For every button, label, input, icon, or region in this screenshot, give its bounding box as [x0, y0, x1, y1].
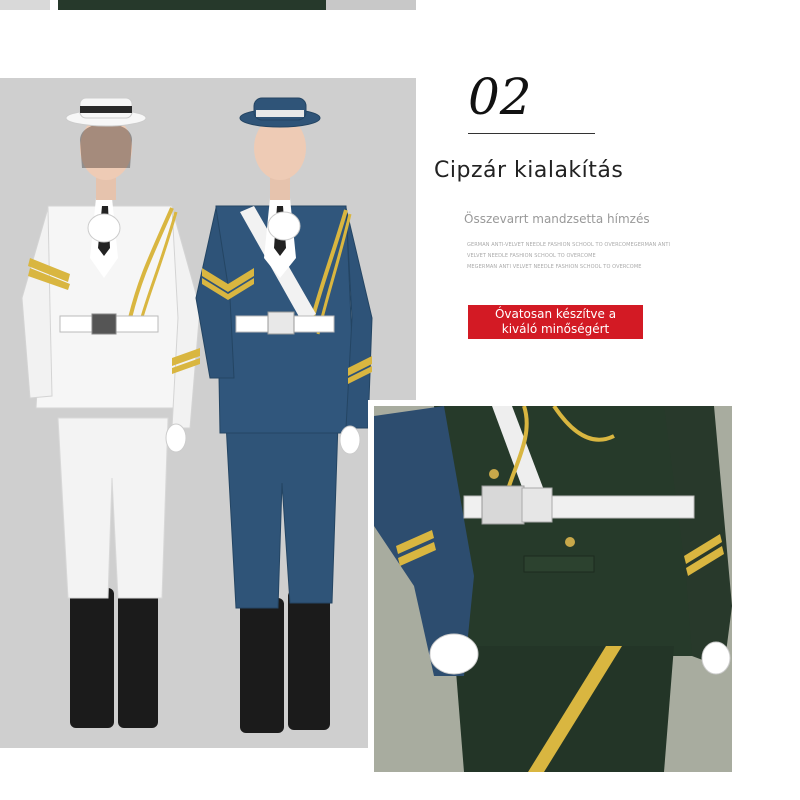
detail-closeup-photo [374, 406, 732, 772]
section-number: 02 [468, 68, 532, 126]
quality-banner-line-1: Óvatosan készítve a [494, 307, 617, 321]
fine-print-line-1: GERMAN ANTI-VELVET NEEDLE FASHION SCHOOL… [467, 242, 671, 248]
main-product-photo [0, 78, 416, 748]
section-underline [468, 133, 595, 134]
fine-print-line-3: MEGERMAN ANTI VELVET NEEDLE FASHION SCHO… [467, 264, 642, 270]
blue-uniform-figure [195, 97, 373, 733]
top-photo-strip-green [58, 0, 326, 10]
uniforms-illustration [21, 97, 373, 733]
white-uniform-figure [21, 97, 201, 728]
fine-print-line-2: VELVET NEEDLE FASHION SCHOOL TO OVERCOME [467, 253, 596, 259]
feature-headline: Cipzár kialakítás [434, 158, 624, 183]
green-uniform-closeup [374, 406, 732, 772]
top-photo-strip-right [326, 0, 416, 10]
quality-banner-line-2: kiváló minőségért [501, 322, 610, 336]
quality-banner: Óvatosan készítve a kiváló minőségért [468, 305, 643, 339]
feature-subtitle: Összevarrt mandzsetta hímzés [464, 212, 650, 226]
top-photo-strip-left [0, 0, 50, 10]
